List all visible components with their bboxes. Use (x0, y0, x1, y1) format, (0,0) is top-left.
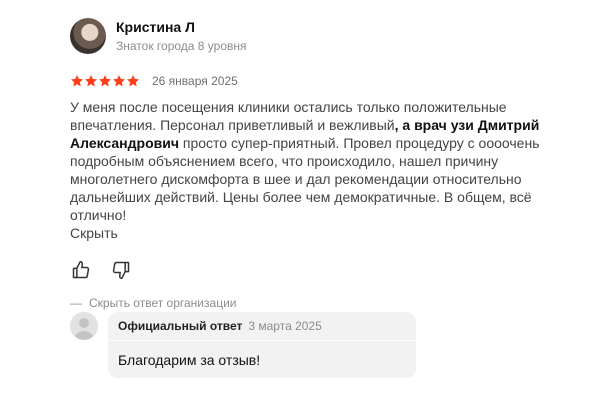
review-reactions (70, 259, 570, 281)
toggle-dash: — (70, 296, 82, 310)
review-card: Кристина Л Знаток города 8 уровня 26 янв… (70, 16, 570, 311)
org-avatar-placeholder-icon (70, 312, 98, 340)
thumb-up-icon (72, 260, 90, 279)
star-icon (70, 74, 84, 88)
hide-org-answer-toggle[interactable]: — Скрыть ответ организации (70, 295, 570, 311)
dislike-button[interactable] (110, 259, 132, 281)
like-button[interactable] (70, 259, 92, 281)
author-level: Знаток города 8 уровня (116, 39, 247, 53)
star-icon (84, 74, 98, 88)
author-info: Кристина Л Знаток города 8 уровня (116, 18, 247, 54)
star-icon (112, 74, 126, 88)
star-icon (126, 74, 140, 88)
star-icon (98, 74, 112, 88)
org-answer-label: Официальный ответ (118, 319, 243, 333)
org-answer-date: 3 марта 2025 (248, 319, 322, 333)
org-answer-card: Официальный ответ 3 марта 2025 Благодари… (108, 312, 416, 378)
review-date: 26 января 2025 (152, 74, 238, 88)
review-text: У меня после посещения клиники остались … (70, 98, 560, 224)
thumb-down-icon (112, 261, 130, 280)
toggle-label: Скрыть ответ организации (89, 296, 237, 310)
rating-stars (70, 74, 140, 88)
org-avatar (70, 312, 98, 340)
author-name[interactable]: Кристина Л (116, 18, 247, 36)
author-avatar[interactable] (70, 18, 106, 54)
org-answer-header: Официальный ответ 3 марта 2025 (118, 319, 322, 333)
org-answer-text: Благодарим за отзыв! (108, 340, 416, 378)
rating-row: 26 января 2025 (70, 72, 570, 90)
review-author: Кристина Л Знаток города 8 уровня (70, 16, 570, 56)
collapse-review-link[interactable]: Скрыть (70, 224, 570, 242)
